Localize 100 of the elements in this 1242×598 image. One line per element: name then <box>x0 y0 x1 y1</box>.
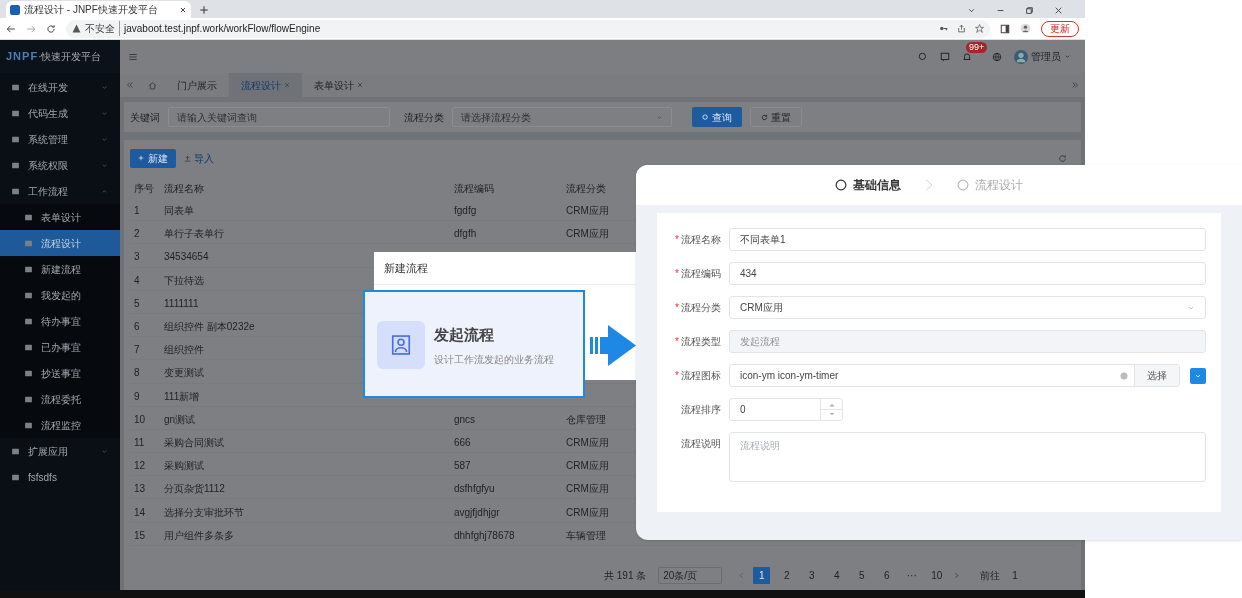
chevron-down-icon[interactable] <box>1064 53 1071 60</box>
page-button[interactable]: 2 <box>778 567 796 584</box>
page-button[interactable]: 5 <box>853 567 871 584</box>
square-icon <box>11 134 20 144</box>
back-icon[interactable] <box>6 23 16 34</box>
new-button[interactable]: 新建 <box>130 148 176 168</box>
square-icon <box>11 160 20 170</box>
table-cell: 7 <box>134 344 140 356</box>
sidebar-item[interactable]: 系统权限 <box>0 152 120 178</box>
share-icon[interactable] <box>957 24 966 33</box>
sidebar-item[interactable]: 流程委托 <box>0 386 120 412</box>
favicon-icon <box>10 4 20 15</box>
sidebar-item[interactable]: 工作流程 <box>0 178 120 204</box>
sidebar-item[interactable]: 扩展应用 <box>0 438 120 464</box>
field-label: 流程分类 <box>404 110 444 125</box>
double-chevron-right-icon[interactable] <box>1071 81 1079 89</box>
square-icon <box>24 238 33 248</box>
message-icon[interactable] <box>940 51 950 62</box>
avatar-icon[interactable] <box>1014 49 1028 64</box>
reset-button[interactable]: 重置 <box>750 107 802 127</box>
sidebar-icon[interactable] <box>1000 23 1010 34</box>
sidebar-item[interactable]: fsfsdfs <box>0 464 120 490</box>
restore-icon[interactable] <box>1025 6 1034 15</box>
page-button[interactable]: 6 <box>878 567 896 584</box>
chevron-down-icon <box>656 113 663 121</box>
bell-icon[interactable] <box>962 51 972 62</box>
square-icon <box>11 108 20 118</box>
goto-label: 前往 <box>980 569 1001 583</box>
table-cell: 仓库管理 <box>566 413 606 425</box>
logo-text: ·快速开发平台 <box>38 50 102 64</box>
search-icon <box>702 113 709 121</box>
double-chevron-left-icon[interactable] <box>126 81 134 89</box>
refresh-icon[interactable] <box>1058 153 1067 163</box>
circle-icon <box>957 179 969 191</box>
sidebar-item[interactable]: 在线开发 <box>0 74 120 100</box>
close-icon[interactable] <box>1054 6 1063 15</box>
page-button[interactable]: 1 <box>753 567 771 584</box>
menu-icon[interactable] <box>128 51 138 62</box>
table-cell: CRM应用 <box>566 228 609 240</box>
chevron-down-icon[interactable] <box>967 6 976 15</box>
plus-icon[interactable] <box>199 5 209 15</box>
table-cell: 12 <box>134 460 146 472</box>
table-cell: CRM应用 <box>566 506 609 518</box>
icon-field[interactable]: icon-ym icon-ym-timer 选择 <box>729 364 1180 387</box>
total-count: 共 191 条 <box>604 569 647 583</box>
person-icon <box>390 334 412 356</box>
star-icon[interactable] <box>975 24 984 33</box>
profile-icon[interactable] <box>1020 23 1031 34</box>
chevron-down-icon <box>101 447 108 455</box>
step[interactable]: 基础信息 <box>835 176 901 194</box>
page-button[interactable]: 3 <box>803 567 821 584</box>
table-cell: 111新增 <box>164 390 200 402</box>
refresh-icon <box>761 113 768 121</box>
square-icon <box>24 290 33 300</box>
sidebar-item[interactable]: 代码生成 <box>0 100 120 126</box>
sidebar-item[interactable]: 待办事宜 <box>0 308 120 334</box>
square-icon <box>24 420 33 430</box>
search-button[interactable]: 查询 <box>692 107 742 127</box>
sidebar-item[interactable]: 已办事宜 <box>0 334 120 360</box>
table-cell: 2 <box>134 228 140 240</box>
process-card[interactable]: 发起流程 设计工作流发起的业务流程 <box>363 290 585 398</box>
table-cell: avgjfjdhjgr <box>454 506 500 518</box>
chevron-right-icon <box>923 178 935 192</box>
page-button[interactable]: 10 <box>928 567 946 584</box>
sidebar-item[interactable]: 我发起的 <box>0 282 120 308</box>
square-icon <box>24 264 33 274</box>
browser-tab[interactable]: 流程设计 - JNPF快速开发平台 <box>6 1 191 18</box>
globe-icon[interactable] <box>992 51 1002 62</box>
dropdown-button[interactable] <box>1190 367 1206 384</box>
input-field[interactable]: 434 <box>729 262 1206 285</box>
page-input[interactable]: 1 <box>1008 568 1022 583</box>
square-icon <box>24 342 33 352</box>
table-cell: 34534654 <box>164 251 209 263</box>
column-header: 流程编码 <box>454 182 494 194</box>
sidebar-item[interactable]: 流程监控 <box>0 412 120 438</box>
table-cell: dfgfh <box>454 228 477 240</box>
page-button[interactable]: 4 <box>828 567 846 584</box>
forward-icon[interactable] <box>26 23 36 34</box>
field-label: 流程分类 <box>681 301 721 315</box>
input-field[interactable]: 不同表单1 <box>729 228 1206 251</box>
select-button[interactable]: 选择 <box>1134 365 1179 386</box>
user-name[interactable]: 管理员 <box>1031 49 1061 64</box>
page-button[interactable]: ··· <box>903 567 921 584</box>
chevron-down-icon <box>101 161 108 169</box>
page-size-select[interactable]: 20条/页 <box>658 567 723 584</box>
sidebar-item[interactable]: 流程设计 <box>0 230 120 256</box>
table-cell: gncs <box>454 413 476 425</box>
home-icon[interactable] <box>148 80 157 90</box>
select-field[interactable]: CRM应用 <box>729 296 1206 319</box>
key-icon[interactable] <box>939 24 948 33</box>
clear-icon[interactable] <box>1120 371 1128 380</box>
sidebar-item[interactable]: 抄送事宜 <box>0 360 120 386</box>
sidebar-item[interactable]: 系统管理 <box>0 126 120 152</box>
close-icon[interactable] <box>179 5 187 14</box>
search-icon[interactable] <box>918 51 928 62</box>
chevron-right-icon[interactable] <box>953 572 961 579</box>
sidebar-item[interactable]: 新建流程 <box>0 256 120 282</box>
sidebar-item[interactable]: 表单设计 <box>0 204 120 230</box>
reload-icon[interactable] <box>46 23 56 34</box>
address-bar[interactable]: 不安全 javaboot.test.jnpf.work/workFlow/flowEngine <box>66 19 990 38</box>
